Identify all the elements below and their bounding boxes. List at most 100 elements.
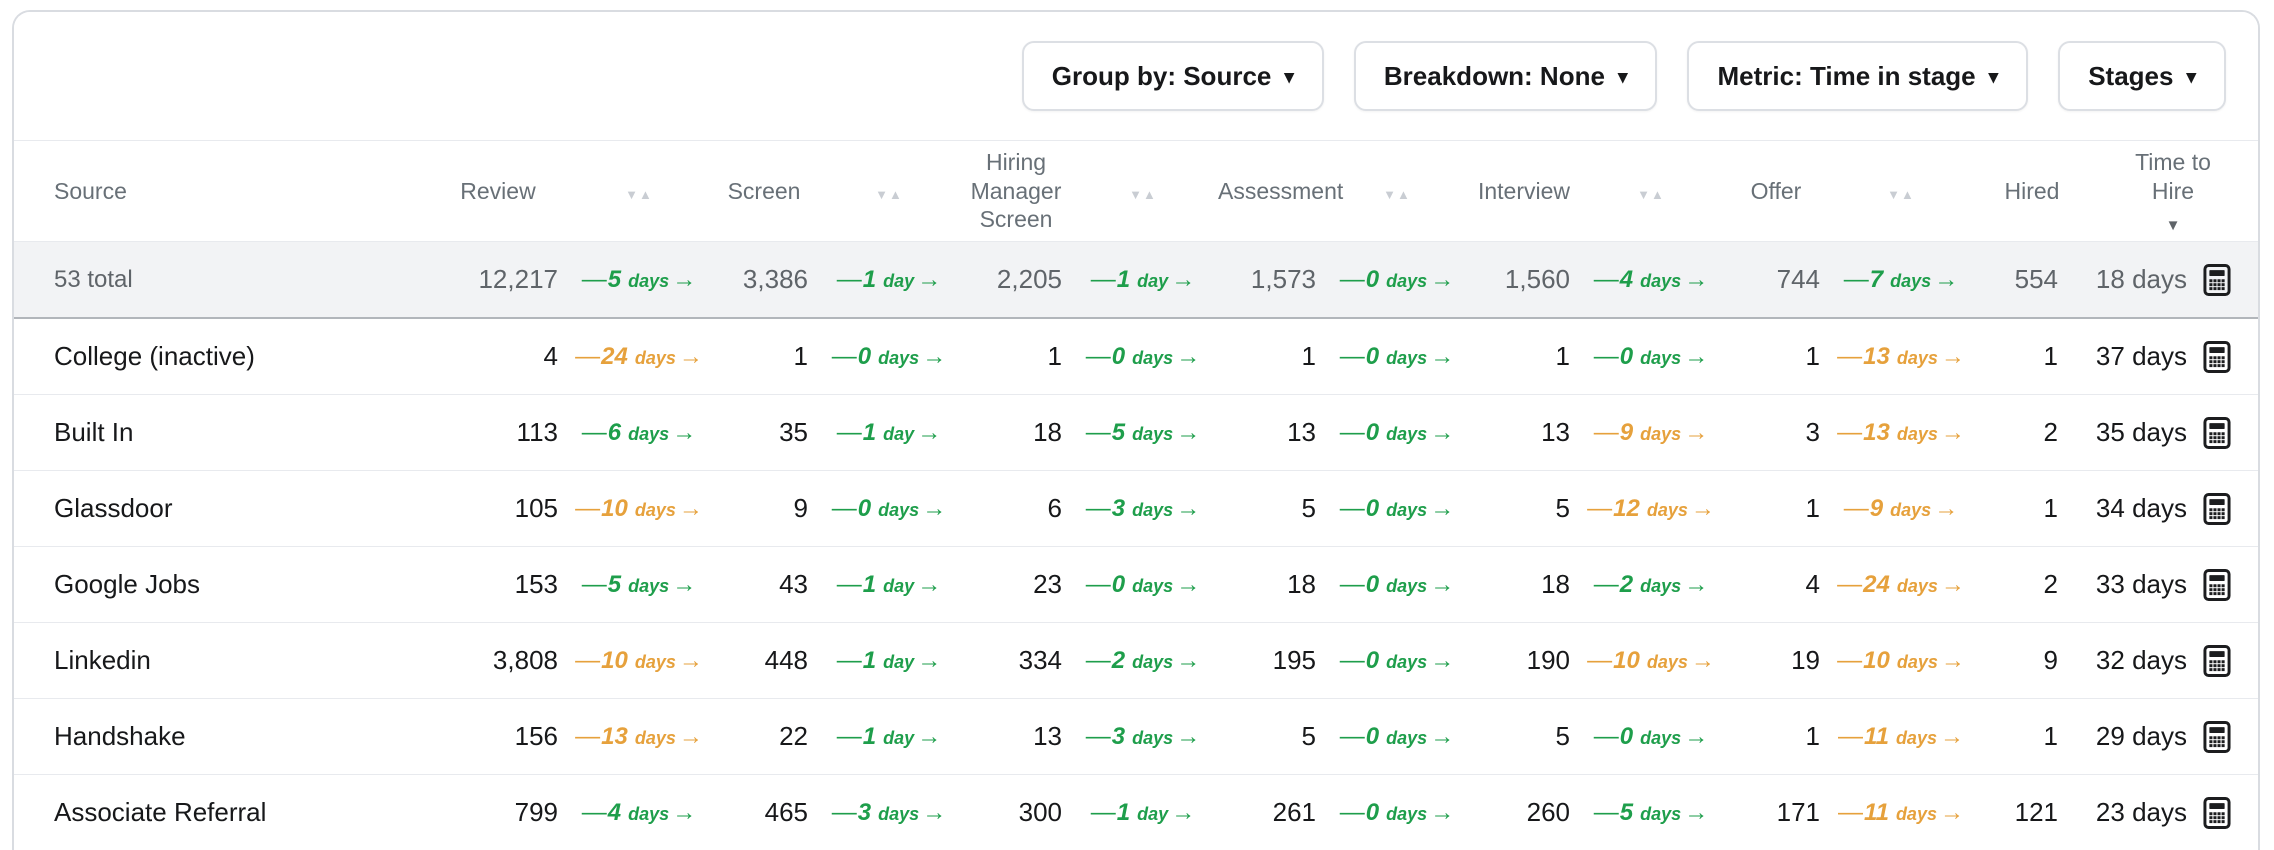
- transition-days: 4: [608, 799, 621, 826]
- hired-count: 554: [1976, 242, 2088, 319]
- transition-unit: days: [1896, 804, 1937, 824]
- arrow-right-icon: →: [1430, 571, 1454, 598]
- stages-button[interactable]: Stages ▾: [2058, 41, 2226, 111]
- dash-glyph: —: [1587, 646, 1612, 674]
- transition-value: —12days→: [1587, 503, 1715, 520]
- column-header-time-to-hire[interactable]: Time to Hire▼: [2088, 141, 2258, 242]
- transition-days: 11: [1864, 723, 1889, 750]
- column-header-offer[interactable]: Offer: [1726, 141, 1826, 242]
- transition-unit: day: [883, 652, 914, 672]
- transition-days: 5: [608, 571, 621, 598]
- time-to-hire-value: 37 days: [2088, 341, 2232, 373]
- transition-unit: day: [883, 424, 914, 444]
- calculator-icon[interactable]: [2202, 493, 2232, 525]
- transition-unit: days: [1890, 500, 1931, 520]
- transition-unit: day: [883, 271, 914, 291]
- transition-days: 12: [1613, 495, 1640, 522]
- column-sort-interview[interactable]: ▼▲: [1576, 141, 1726, 242]
- time-to-hire-text: 33 days: [2096, 569, 2187, 600]
- transition-unit: days: [1897, 348, 1938, 368]
- stage-transition-cell: —2days→: [1576, 547, 1726, 623]
- sort-ascending-icon[interactable]: ▲: [1397, 187, 1411, 202]
- arrow-right-icon: →: [917, 571, 941, 598]
- stage-transition-cell: —12days→: [1576, 471, 1726, 547]
- transition-days: 7: [1870, 266, 1883, 293]
- calculator-icon[interactable]: [2202, 341, 2232, 373]
- column-sort-hiring-manager-screen[interactable]: ▼▲: [1068, 141, 1218, 242]
- arrow-right-icon: →: [1941, 419, 1965, 446]
- column-header-assessment[interactable]: Assessment: [1218, 141, 1322, 242]
- column-sort-review[interactable]: ▼▲: [564, 141, 714, 242]
- transition-days: 10: [601, 495, 628, 522]
- sort-ascending-icon[interactable]: ▲: [889, 187, 903, 202]
- breakdown-button[interactable]: Breakdown: None ▾: [1354, 41, 1658, 111]
- column-header-review[interactable]: Review: [432, 141, 564, 242]
- transition-days: 1: [1117, 799, 1130, 826]
- column-sort-assessment[interactable]: ▼▲: [1322, 141, 1472, 242]
- sort-ascending-icon[interactable]: ▲: [639, 187, 653, 202]
- sort-ascending-icon[interactable]: ▲: [1901, 187, 1915, 202]
- dash-glyph: —: [1340, 265, 1365, 293]
- stage-count: 190: [1472, 623, 1576, 699]
- time-to-hire-cell: 35 days: [2088, 395, 2258, 471]
- column-header-label: Review: [432, 177, 564, 206]
- transition-days: 0: [1366, 343, 1379, 370]
- calculator-icon[interactable]: [2202, 264, 2232, 296]
- transition-value: —0days→: [1340, 427, 1454, 444]
- calculator-icon[interactable]: [2202, 417, 2232, 449]
- time-to-hire-value: 35 days: [2088, 417, 2232, 449]
- column-sort-screen[interactable]: ▼▲: [814, 141, 964, 242]
- transition-days: 4: [1620, 266, 1633, 293]
- column-header-hired[interactable]: Hired: [1976, 141, 2088, 242]
- stage-transition-cell: —5days→: [564, 242, 714, 319]
- transition-value: —1day→: [1091, 274, 1195, 291]
- sort-descending-icon[interactable]: ▼: [875, 187, 889, 202]
- transition-value: —10days→: [1837, 655, 1965, 672]
- transition-value: —0days→: [1340, 807, 1454, 824]
- arrow-right-icon: →: [1691, 495, 1715, 522]
- transition-unit: days: [1386, 348, 1427, 368]
- calculator-icon[interactable]: [2202, 569, 2232, 601]
- transition-days: 1: [863, 723, 876, 750]
- transition-value: —5days→: [1594, 807, 1708, 824]
- group-by-button[interactable]: Group by: Source ▾: [1022, 41, 1324, 111]
- transition-value: —4days→: [582, 807, 696, 824]
- chevron-down-icon: ▾: [1618, 68, 1628, 87]
- stage-transition-cell: —2days→: [1068, 623, 1218, 699]
- transition-unit: days: [628, 576, 669, 596]
- metric-button[interactable]: Metric: Time in stage ▾: [1687, 41, 2028, 111]
- stage-count: 5: [1218, 471, 1322, 547]
- transition-days: 6: [608, 419, 621, 446]
- sort-ascending-icon[interactable]: ▲: [1143, 187, 1157, 202]
- column-header-hiring-manager-screen[interactable]: Hiring Manager Screen: [964, 141, 1068, 242]
- sort-descending-icon[interactable]: ▼: [625, 187, 639, 202]
- sort-descending-icon[interactable]: ▼: [1887, 187, 1901, 202]
- sort-descending-active-icon[interactable]: ▼: [2088, 217, 2258, 234]
- stage-transition-cell: —1day→: [814, 395, 964, 471]
- time-to-hire-value: 34 days: [2088, 493, 2232, 525]
- arrow-right-icon: →: [1691, 647, 1715, 674]
- calculator-icon[interactable]: [2202, 797, 2232, 829]
- calculator-icon[interactable]: [2202, 645, 2232, 677]
- sort-descending-icon[interactable]: ▼: [1383, 187, 1397, 202]
- arrow-right-icon: →: [1430, 495, 1454, 522]
- transition-unit: days: [1132, 652, 1173, 672]
- transition-days: 5: [1112, 419, 1125, 446]
- transition-value: —1day→: [837, 655, 941, 672]
- column-sort-offer[interactable]: ▼▲: [1826, 141, 1976, 242]
- column-header-screen[interactable]: Screen: [714, 141, 814, 242]
- stage-transition-cell: —10days→: [1826, 623, 1976, 699]
- column-header-interview[interactable]: Interview: [1472, 141, 1576, 242]
- sort-descending-icon[interactable]: ▼: [1637, 187, 1651, 202]
- transition-unit: days: [1386, 500, 1427, 520]
- stage-count: 300: [964, 775, 1068, 850]
- dash-glyph: —: [837, 418, 862, 446]
- calculator-icon[interactable]: [2202, 721, 2232, 753]
- sort-ascending-icon[interactable]: ▲: [1651, 187, 1665, 202]
- transition-unit: days: [628, 424, 669, 444]
- table-row: Glassdoor105—10days→9—0days→6—3days→5—0d…: [14, 471, 2258, 547]
- arrow-right-icon: →: [917, 647, 941, 674]
- transition-unit: day: [1137, 804, 1168, 824]
- transition-value: —10days→: [575, 655, 703, 672]
- sort-descending-icon[interactable]: ▼: [1129, 187, 1143, 202]
